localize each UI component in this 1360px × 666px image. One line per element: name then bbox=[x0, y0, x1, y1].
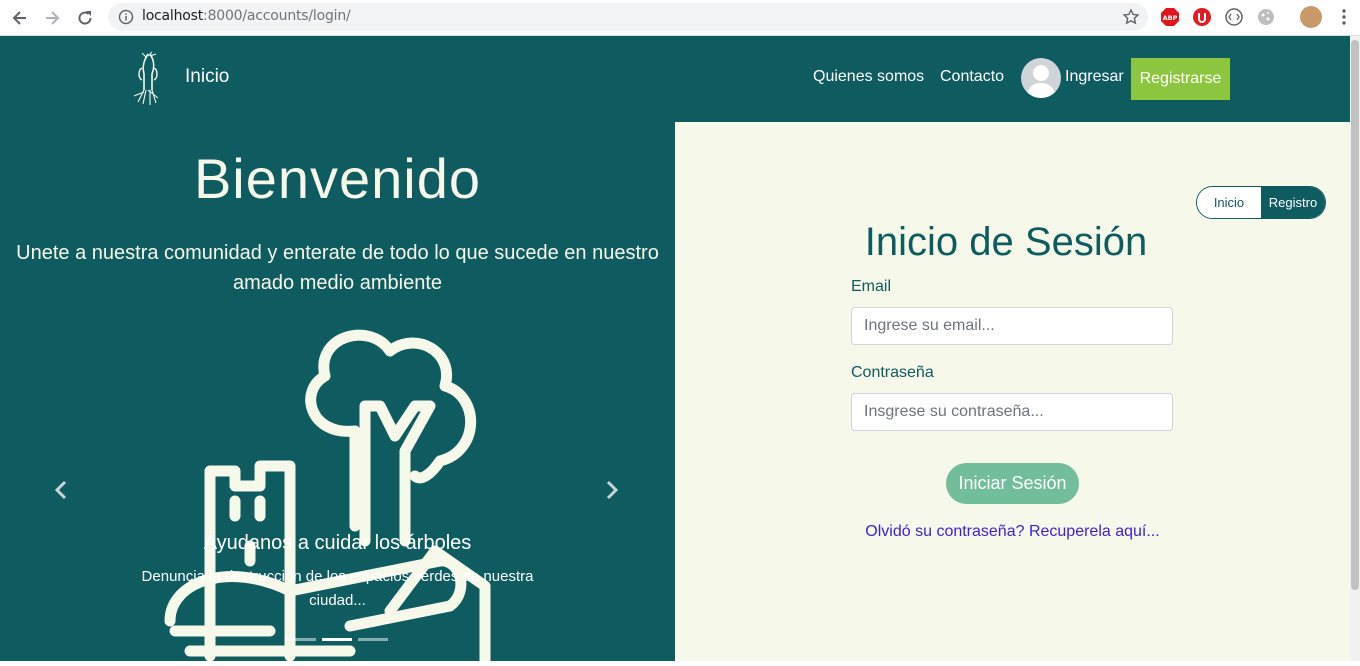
carousel-indicator-active[interactable] bbox=[322, 638, 352, 641]
recover-password-link[interactable]: Olvidó su contraseña? Recuperela aquí... bbox=[675, 523, 1350, 541]
bookmark-star-icon[interactable] bbox=[1122, 8, 1140, 31]
info-icon[interactable] bbox=[118, 9, 134, 30]
cookie-icon[interactable] bbox=[1256, 7, 1276, 27]
reload-icon[interactable] bbox=[73, 6, 97, 30]
login-title: Inicio de Sesión bbox=[864, 220, 1148, 264]
nav-link-about[interactable]: Quienes somos bbox=[813, 68, 924, 86]
adblock-icon[interactable]: ABP bbox=[1160, 7, 1180, 27]
email-field[interactable] bbox=[851, 307, 1173, 345]
auth-toggle: Inicio Registro bbox=[1196, 186, 1326, 219]
toggle-login[interactable]: Inicio bbox=[1197, 187, 1261, 218]
password-field[interactable] bbox=[851, 393, 1173, 431]
carousel-indicator[interactable] bbox=[358, 638, 388, 641]
back-icon[interactable] bbox=[8, 6, 32, 30]
carousel-caption-text: Denuncia la destrucción de los espacios … bbox=[141, 568, 534, 609]
brand-link[interactable]: Inicio bbox=[185, 66, 229, 88]
menu-kebab-icon[interactable] bbox=[1334, 7, 1354, 27]
login-panel: Inicio Registro Inicio de Sesión Email C… bbox=[675, 122, 1350, 661]
toggle-register[interactable]: Registro bbox=[1261, 187, 1325, 218]
page: Inicio Quienes somos Contacto Ingresar R… bbox=[0, 36, 1350, 666]
carousel-caption-title: Ayudanos a cuidar los árboles bbox=[203, 532, 472, 554]
extension-icon[interactable] bbox=[1224, 7, 1244, 27]
email-label: Email bbox=[851, 278, 892, 295]
register-button[interactable]: Registrarse bbox=[1131, 58, 1230, 100]
hero-title: Bienvenido bbox=[193, 147, 482, 210]
nav-link-contact[interactable]: Contacto bbox=[940, 68, 1004, 86]
ublock-icon[interactable] bbox=[1192, 7, 1212, 27]
hero-subtitle: Unete a nuestra comunidad y enterate de … bbox=[16, 242, 659, 294]
nav-link-login[interactable]: Ingresar bbox=[1065, 68, 1124, 86]
svg-text:ABP: ABP bbox=[1163, 14, 1178, 22]
profile-avatar-icon[interactable] bbox=[1300, 6, 1322, 28]
user-avatar-icon[interactable] bbox=[1021, 58, 1061, 98]
scrollbar-thumb[interactable] bbox=[1351, 40, 1359, 590]
page-scrollbar[interactable] bbox=[1350, 36, 1360, 661]
carousel-indicator[interactable] bbox=[286, 638, 316, 641]
url-text: localhost:8000/accounts/login/ bbox=[142, 8, 351, 24]
tree-logo-icon[interactable] bbox=[128, 50, 168, 111]
carousel-prev-icon[interactable] bbox=[50, 478, 74, 502]
browser-toolbar: localhost:8000/accounts/login/ ABP bbox=[0, 0, 1360, 36]
address-bar[interactable]: localhost:8000/accounts/login/ bbox=[108, 3, 1148, 31]
forward-icon[interactable] bbox=[40, 6, 64, 30]
carousel-next-icon[interactable] bbox=[599, 478, 623, 502]
login-submit-button[interactable]: Iniciar Sesión bbox=[946, 463, 1079, 504]
password-label: Contraseña bbox=[851, 364, 934, 381]
